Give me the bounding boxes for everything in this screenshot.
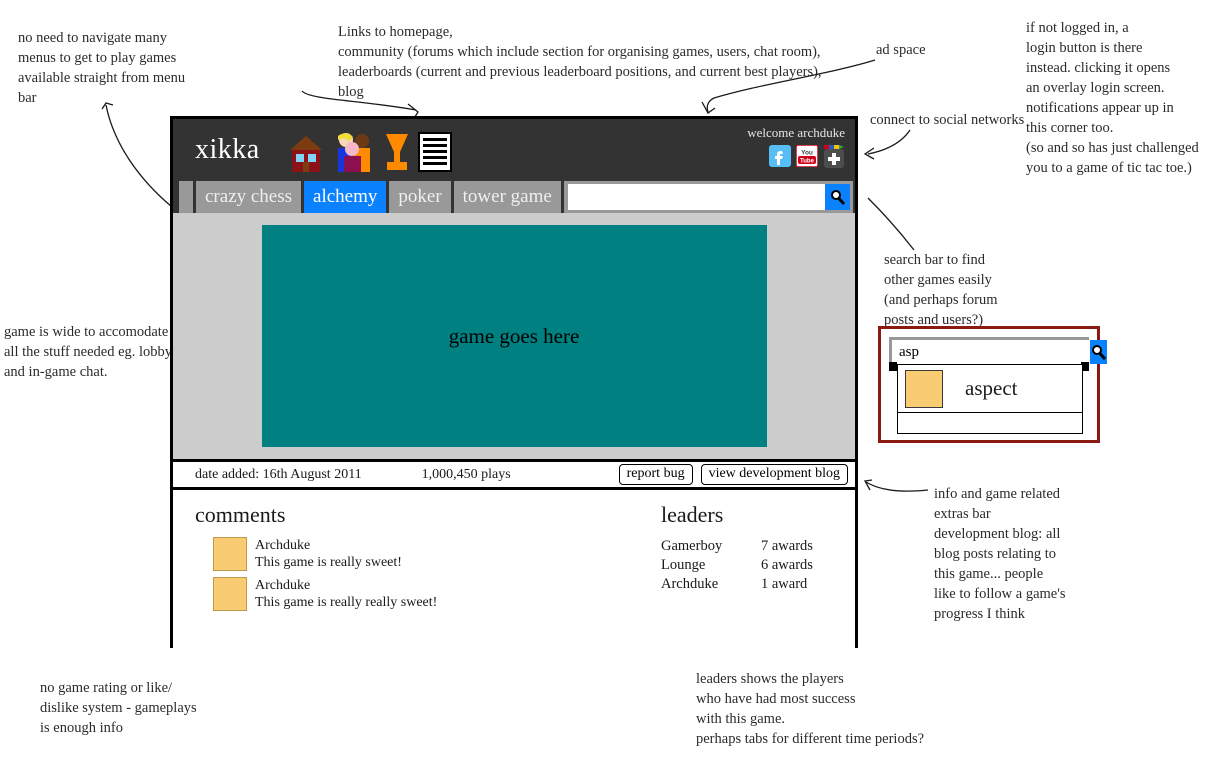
search-button[interactable]	[825, 184, 850, 210]
annotation-ad-space: ad space	[876, 42, 926, 58]
leader-awards: 7 awards	[761, 538, 813, 554]
house-icon[interactable]	[288, 134, 324, 172]
nav-tab-alchemy[interactable]: alchemy	[304, 181, 387, 213]
leader-name[interactable]: Lounge	[661, 556, 761, 575]
leader-awards: 1 award	[761, 576, 808, 592]
nav-bar: crazy chess alchemy poker tower game	[173, 181, 855, 213]
game-stage: game goes here	[173, 213, 855, 459]
leaders-title: leaders	[661, 502, 724, 527]
annotation-search-bar: search bar to find other games easily (a…	[884, 252, 998, 328]
suggestion-panel: aspect	[897, 364, 1083, 434]
nav-search	[563, 181, 853, 213]
people-icon[interactable]	[332, 132, 376, 172]
annotation-no-rating: no game rating or like/ dislike system -…	[40, 680, 197, 736]
comments-title: comments	[195, 502, 286, 527]
view-development-blog-button[interactable]: view development blog	[700, 464, 848, 485]
nav-tab-tower-game[interactable]: tower game	[453, 181, 561, 213]
leader-awards: 6 awards	[761, 557, 813, 573]
annotation-social: connect to social networks	[870, 112, 1025, 128]
callout-cap-left	[889, 362, 897, 371]
leader-row: Lounge 6 awards	[661, 556, 841, 575]
arrow-extras-bar	[863, 479, 929, 492]
annotation-game-wide: game is wide to accomodate all the stuff…	[4, 324, 173, 380]
mockup-window: xikka welcome archduke You Tube crazy ch…	[170, 116, 858, 670]
search-icon	[831, 189, 846, 205]
leaders-section: leaders Gamerboy 7 awards Lounge 6 award…	[661, 502, 841, 670]
arrow-social	[863, 129, 911, 160]
search-suggestion-callout: aspect	[878, 326, 1107, 443]
leader-name[interactable]: Archduke	[661, 575, 761, 594]
avatar[interactable]	[213, 577, 247, 611]
comment-text: Archduke This game is really really swee…	[255, 577, 437, 611]
comment-item: Archduke This game is really sweet!	[213, 537, 661, 571]
comment-body: This game is really really sweet!	[255, 595, 438, 610]
nav-stub	[179, 181, 193, 213]
document-icon[interactable]	[417, 132, 452, 172]
site-logo[interactable]: xikka	[195, 134, 260, 166]
search-icon	[1092, 344, 1107, 360]
facebook-icon[interactable]	[769, 145, 791, 167]
comment-item: Archduke This game is really really swee…	[213, 577, 661, 611]
callout-search-button[interactable]	[1090, 340, 1107, 364]
play-count: 1,000,450 plays	[421, 466, 511, 482]
leader-row: Archduke 1 award	[661, 575, 841, 594]
callout-search-input[interactable]	[892, 340, 1090, 364]
game-canvas[interactable]: game goes here	[261, 225, 767, 447]
leader-row: Gamerboy 7 awards	[661, 537, 841, 556]
social-links: You Tube	[655, 145, 845, 169]
report-bug-button[interactable]: report bug	[618, 464, 693, 485]
callout-search-bar	[889, 337, 1107, 367]
info-bar: date added: 16th August 2011 1,000,450 p…	[173, 459, 855, 490]
annotation-links: Links to homepage, community (forums whi…	[338, 24, 822, 100]
site-header: xikka welcome archduke You Tube	[173, 119, 855, 181]
svg-text:You: You	[801, 150, 813, 157]
trophy-icon[interactable]	[384, 132, 410, 172]
comment-author[interactable]: Archduke	[255, 537, 402, 554]
search-input[interactable]	[567, 184, 825, 210]
avatar[interactable]	[213, 537, 247, 571]
comment-author[interactable]: Archduke	[255, 577, 437, 594]
avatar	[905, 369, 943, 408]
annotation-login: if not logged in, a login button is ther…	[1026, 20, 1199, 176]
header-right: welcome archduke You Tube	[655, 125, 845, 169]
comments-section: comments Archduke This game is really sw…	[195, 502, 661, 670]
comment-text: Archduke This game is really sweet!	[255, 537, 402, 571]
date-added: date added: 16th August 2011	[195, 466, 362, 482]
annotation-menu-bar: no need to navigate many menus to get to…	[18, 30, 186, 106]
annotation-extras-bar: info and game related extras bar develop…	[934, 486, 1066, 622]
welcome-message: welcome archduke	[747, 125, 845, 140]
nav-tab-crazy-chess[interactable]: crazy chess	[196, 181, 302, 213]
header-icon-group	[288, 128, 452, 172]
suggestion-label: aspect	[965, 376, 1018, 400]
comment-body: This game is really sweet!	[255, 555, 402, 570]
svg-text:Tube: Tube	[800, 159, 815, 165]
leader-name[interactable]: Gamerboy	[661, 537, 761, 556]
annotation-leaders-note: leaders shows the players who have had m…	[696, 671, 925, 747]
bottom-panel: comments Archduke This game is really sw…	[173, 490, 855, 670]
nav-tab-poker[interactable]: poker	[389, 181, 451, 213]
youtube-icon[interactable]: You Tube	[796, 145, 818, 167]
arrow-search-bar	[867, 197, 915, 251]
suggestion-item-aspect[interactable]: aspect	[898, 365, 1082, 413]
googleplus-icon[interactable]	[823, 145, 845, 169]
